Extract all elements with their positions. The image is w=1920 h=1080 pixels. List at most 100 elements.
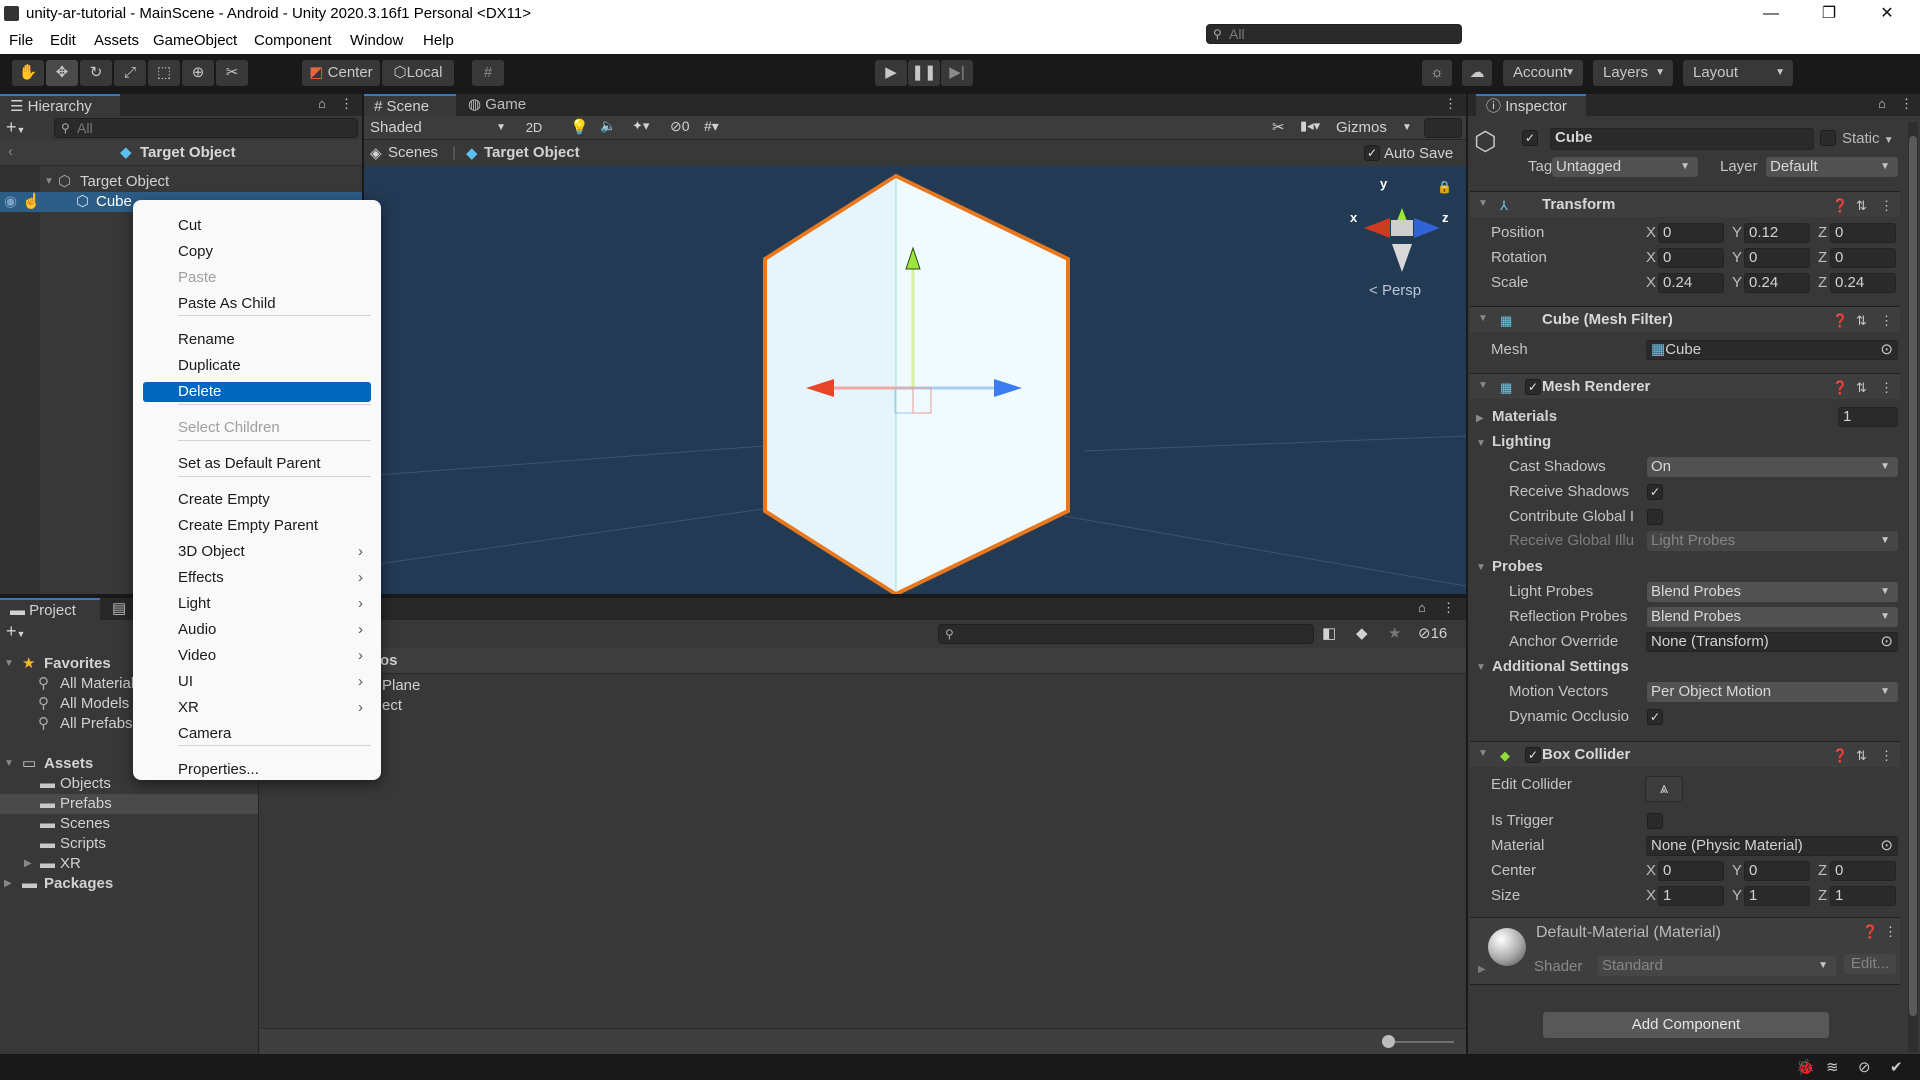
axis-y-label[interactable]: Y — [1732, 224, 1742, 241]
collab-button[interactable]: ☼ — [1422, 60, 1452, 86]
axis-x-label[interactable]: X — [1646, 887, 1656, 904]
grid-icon[interactable]: #▾ — [704, 118, 719, 135]
vector-z-field[interactable]: 0.24 — [1830, 273, 1896, 293]
context-menu-item-3d-object[interactable]: 3D Object › — [143, 542, 371, 562]
scene-search-field[interactable]: ⚲ All — [1206, 24, 1462, 44]
kebab-menu-icon[interactable]: ⋮ — [1442, 600, 1455, 616]
dynamic-occlusion-checkbox[interactable]: ✓ — [1647, 709, 1663, 725]
help-icon[interactable]: ❓ — [1832, 748, 1848, 764]
object-picker-icon[interactable]: ⊙ — [1880, 633, 1893, 651]
context-menu-item-rename[interactable]: Rename — [143, 330, 371, 350]
kebab-menu-icon[interactable]: ⋮ — [1880, 380, 1893, 396]
asset-item[interactable]: ect — [382, 696, 1466, 716]
presets-icon[interactable]: ⇅ — [1856, 380, 1867, 396]
axis-y-label[interactable]: Y — [1732, 274, 1742, 291]
context-menu-item-camera[interactable]: Camera — [143, 724, 371, 744]
vector-x-field[interactable]: 0 — [1658, 223, 1724, 243]
inspector-scrollbar[interactable] — [1908, 122, 1918, 1052]
context-menu-item-set-as-default-parent[interactable]: Set as Default Parent — [143, 454, 371, 474]
context-menu-item-duplicate[interactable]: Duplicate — [143, 356, 371, 376]
icon-size-slider-track[interactable] — [1390, 1041, 1454, 1043]
help-icon[interactable]: ❓ — [1862, 924, 1878, 940]
hand-tool-button[interactable]: ✋ — [12, 60, 44, 86]
hierarchy-item-target-object[interactable]: ▼ ⬡ Target Object — [0, 172, 362, 192]
context-menu-item-copy[interactable]: Copy — [143, 242, 371, 262]
context-menu-item-create-empty[interactable]: Create Empty — [143, 490, 371, 510]
vector-y-field[interactable]: 0 — [1744, 248, 1810, 268]
pause-button[interactable]: ❚❚ — [908, 60, 940, 86]
edit-collider-button[interactable]: ⩓ — [1645, 776, 1683, 802]
axis-z-label[interactable]: Z — [1818, 224, 1827, 241]
fold-arrow-icon[interactable]: ▼ — [1478, 380, 1488, 391]
tab-scene[interactable]: # Scene — [364, 94, 456, 116]
axis-x-label[interactable]: X — [1646, 249, 1656, 266]
asset-item[interactable]: Plane — [382, 676, 1466, 696]
axis-z-label[interactable]: Z — [1818, 887, 1827, 904]
context-menu-item-ui[interactable]: UI › — [143, 672, 371, 692]
filter-by-label-icon[interactable]: ◆ — [1356, 624, 1368, 642]
folder-item[interactable]: ▬ Scripts — [0, 834, 258, 854]
vector-z-field[interactable]: 0 — [1830, 223, 1896, 243]
object-picker-icon[interactable]: ⊙ — [1880, 341, 1893, 359]
expand-arrow-icon[interactable]: ▶ — [24, 854, 32, 874]
lock-icon[interactable]: ⌂ — [1878, 96, 1886, 111]
visibility-eye-icon[interactable]: ◉ — [4, 192, 17, 212]
filter-by-type-icon[interactable]: ◧ — [1322, 624, 1336, 642]
presets-icon[interactable]: ⇅ — [1856, 313, 1867, 329]
account-dropdown[interactable]: Account ▼ — [1503, 60, 1583, 86]
folder-item[interactable]: ▬ Scenes — [0, 814, 258, 834]
scrollbar-thumb[interactable] — [1909, 136, 1917, 1016]
effects-icon[interactable]: ✦▾ — [632, 118, 649, 134]
shading-mode-dropdown[interactable]: Shaded ▼ — [366, 118, 512, 138]
scene-search-input[interactable] — [1424, 118, 1462, 138]
vector-z-field[interactable]: 1 — [1830, 886, 1896, 906]
mesh-renderer-enabled-checkbox[interactable]: ✓ — [1525, 379, 1541, 395]
shader-dropdown[interactable]: Standard ▼ — [1598, 956, 1836, 976]
axis-z-label[interactable]: Z — [1818, 249, 1827, 266]
gizmos-dropdown[interactable]: Gizmos ▼ — [1336, 118, 1416, 138]
help-icon[interactable]: ❓ — [1832, 380, 1848, 396]
vector-x-field[interactable]: 1 — [1658, 886, 1724, 906]
fold-arrow-icon[interactable]: ▼ — [1476, 662, 1486, 673]
folder-item-selected[interactable]: ▬ Prefabs — [0, 794, 258, 814]
fold-arrow-icon[interactable]: ▼ — [1476, 438, 1486, 449]
anchor-override-field[interactable]: None (Transform) ⊙ — [1646, 632, 1898, 652]
tab-project[interactable]: ▬ Project — [0, 598, 100, 620]
lock-icon[interactable]: ⌂ — [318, 96, 326, 111]
step-button[interactable]: ▶| — [941, 60, 973, 86]
kebab-menu-icon[interactable]: ⋮ — [1444, 96, 1457, 112]
gameobject-cube-icon[interactable]: ⬡ — [1474, 126, 1497, 157]
context-menu-item-video[interactable]: Video › — [143, 646, 371, 666]
audio-icon[interactable]: 🔈 — [600, 118, 616, 134]
box-collider-component-header[interactable]: ▼ ◆ ✓ Box Collider ❓ ⇅ ⋮ — [1470, 741, 1900, 767]
transform-tool-button[interactable]: ⊕ — [182, 60, 214, 86]
vector-y-field[interactable]: 0.12 — [1744, 223, 1810, 243]
folder-item[interactable]: ▶ ▬ XR — [0, 854, 258, 874]
cache-off-icon[interactable]: ≋ — [1826, 1058, 1839, 1076]
kebab-menu-icon[interactable]: ⋮ — [340, 96, 353, 112]
fold-arrow-icon[interactable]: ▶ — [1478, 964, 1486, 975]
axis-y-label[interactable]: Y — [1732, 862, 1742, 879]
rotate-tool-button[interactable]: ↻ — [80, 60, 112, 86]
context-menu-item-paste-as-child[interactable]: Paste As Child — [143, 294, 371, 314]
motion-vectors-dropdown[interactable]: Per Object Motion ▼ — [1647, 682, 1898, 702]
fold-arrow-icon[interactable]: ▼ — [1478, 748, 1488, 759]
pivot-center-toggle[interactable]: ◩ Center — [302, 60, 380, 86]
breadcrumb-scenes[interactable]: Scenes — [388, 144, 438, 161]
vector-x-field[interactable]: 0.24 — [1658, 273, 1724, 293]
play-button[interactable]: ▶ — [875, 60, 907, 86]
hierarchy-search-input[interactable]: ⚲ All — [54, 118, 358, 138]
create-asset-button[interactable]: +▼ — [6, 620, 25, 645]
menu-gameobject[interactable]: GameObject — [153, 32, 237, 49]
tab-hierarchy[interactable]: ☰ Hierarchy — [0, 94, 120, 116]
context-menu-item-delete[interactable]: Delete — [143, 382, 371, 402]
menu-assets[interactable]: Assets — [94, 32, 139, 49]
menu-component[interactable]: Component — [254, 32, 332, 49]
axis-x-label[interactable]: X — [1646, 224, 1656, 241]
rect-tool-button[interactable]: ⬚ — [148, 60, 180, 86]
presets-icon[interactable]: ⇅ — [1856, 198, 1867, 214]
check-circle-icon[interactable]: ✔ — [1890, 1058, 1903, 1076]
orientation-gizmo[interactable] — [1364, 208, 1440, 272]
transform-component-header[interactable]: ▼ ⅄ Transform ❓ ⇅ ⋮ — [1470, 191, 1900, 217]
context-menu-item-properties[interactable]: Properties... — [143, 760, 371, 780]
